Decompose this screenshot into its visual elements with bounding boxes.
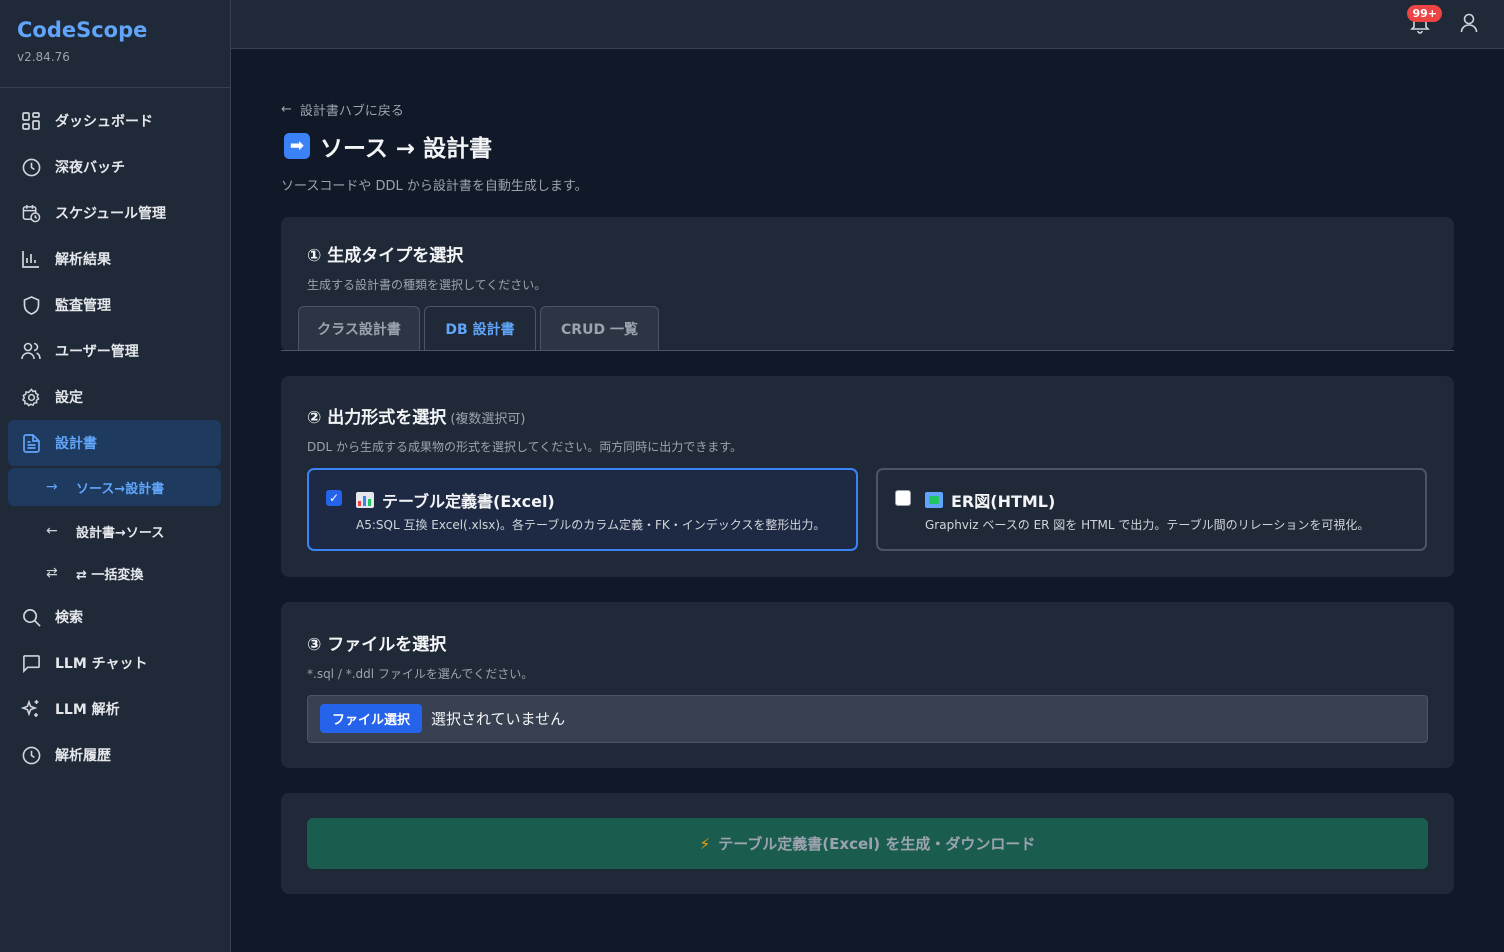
option-desc: Graphviz ベースの ER 図を HTML で出力。テーブル間のリレーショ…	[925, 518, 1370, 532]
step1-heading: ① 生成タイプを選択	[307, 246, 464, 266]
page-title: ➡ ソース → 設計書	[284, 128, 1454, 164]
sidebar-item-label: スケジュール管理	[55, 206, 167, 222]
sparkles-icon	[21, 699, 41, 719]
sidebar-item-design-docs[interactable]: 設計書	[8, 420, 221, 466]
shield-icon	[21, 295, 41, 315]
page-subtitle: ソースコードや DDL から設計書を自動生成します。	[281, 179, 588, 194]
sidebar-subitem-label: ⇄ 一括変換	[76, 567, 144, 583]
sidebar-item-llm-analysis[interactable]: LLM 解析	[0, 686, 222, 732]
sidebar-item-label: 監査管理	[55, 298, 111, 314]
clock-icon	[21, 157, 41, 177]
option-title: テーブル定義書(Excel)	[356, 488, 555, 512]
step3-heading: ③ ファイルを選択	[307, 635, 447, 655]
output-option-er[interactable]: ER図(HTML) Graphviz ベースの ER 図を HTML で出力。テ…	[876, 468, 1427, 551]
notification-badge: 99+	[1407, 5, 1442, 22]
step2-desc: DDL から生成する成果物の形式を選択してください。両方同時に出力できます。	[307, 440, 743, 454]
clock-icon	[21, 745, 41, 765]
excel-checkbox[interactable]: ✓	[326, 490, 342, 506]
sidebar-item-analysis[interactable]: 解析結果	[0, 236, 222, 282]
sidebar-item-search[interactable]: 検索	[0, 594, 222, 640]
sidebar: CodeScope v2.84.76 ダッシュボード 深夜バッチ スケジュール管…	[0, 0, 231, 952]
bolt-icon: ⚡	[699, 834, 711, 853]
back-link-label: 設計書ハブに戻る	[299, 103, 404, 119]
bar-chart-icon	[21, 249, 41, 269]
step2-heading-text: ② 出力形式を選択	[307, 408, 447, 428]
sidebar-nav: ダッシュボード 深夜バッチ スケジュール管理 解析結果 監査管理 ユーザー管理 …	[0, 88, 230, 778]
calendar-clock-icon	[21, 203, 41, 223]
sidebar-item-label: 設計書	[55, 436, 97, 452]
sidebar-item-label: 解析結果	[55, 252, 111, 268]
tabs-divider	[281, 350, 1454, 351]
sidebar-item-settings[interactable]: 設定	[0, 374, 222, 420]
option-title-text: ER図(HTML)	[951, 492, 1056, 511]
sidebar-item-label: ユーザー管理	[55, 344, 139, 360]
sidebar-item-label: LLM チャット	[55, 656, 148, 672]
file-input[interactable]: ファイル選択 選択されていません	[307, 695, 1428, 743]
generate-label: テーブル定義書(Excel) を生成・ダウンロード	[718, 835, 1036, 853]
users-icon	[21, 341, 41, 361]
search-icon	[21, 607, 41, 627]
app-version: v2.84.76	[17, 50, 70, 64]
file-select-button[interactable]: ファイル選択	[320, 704, 423, 733]
chat-icon	[21, 653, 41, 673]
sidebar-subitem-batch[interactable]: ⇄ ⇄ 一括変換	[0, 552, 230, 594]
sidebar-item-night-batch[interactable]: 深夜バッチ	[0, 144, 222, 190]
map-icon	[925, 492, 943, 508]
page-title-text: ソース → 設計書	[320, 136, 493, 162]
sidebar-item-label: 解析履歴	[55, 748, 111, 764]
arrow-right-emoji-icon: ➡	[284, 133, 310, 159]
step2-heading: ② 出力形式を選択 (複数選択可)	[307, 403, 742, 428]
generate-download-button[interactable]: ⚡ テーブル定義書(Excel) を生成・ダウンロード	[307, 818, 1428, 869]
back-link[interactable]: ← 設計書ハブに戻る	[281, 90, 1454, 128]
sidebar-subitem-label: 設計書→ソース	[76, 525, 165, 541]
sidebar-item-label: 設定	[55, 390, 83, 406]
arrow-right-icon: →	[46, 479, 58, 495]
swap-icon: ⇄	[46, 565, 58, 581]
top-bar: 99+	[231, 0, 1504, 49]
arrow-left-icon: ←	[46, 523, 58, 539]
generation-type-tabs: クラス設計書 DB 設計書 CRUD 一覧	[298, 306, 659, 350]
sidebar-item-users[interactable]: ユーザー管理	[0, 328, 222, 374]
sidebar-item-label: LLM 解析	[55, 702, 120, 718]
brand: CodeScope v2.84.76	[0, 0, 230, 88]
user-icon[interactable]	[1460, 13, 1478, 37]
sidebar-item-dashboard[interactable]: ダッシュボード	[0, 98, 222, 144]
step3-desc: *.sql / *.ddl ファイルを選んでください。	[307, 667, 534, 681]
dashboard-icon	[21, 111, 41, 131]
sidebar-item-label: 検索	[55, 610, 83, 626]
sidebar-item-audit[interactable]: 監査管理	[0, 282, 222, 328]
tab-db-design[interactable]: DB 設計書	[424, 306, 536, 350]
main-content: ← 設計書ハブに戻る ➡ ソース → 設計書 ソースコードや DDL から設計書…	[281, 90, 1454, 894]
brand-name[interactable]: CodeScope	[17, 18, 230, 42]
tab-crud-list[interactable]: CRUD 一覧	[540, 306, 659, 350]
sidebar-subitem-label: ソース→設計書	[76, 481, 165, 497]
output-option-excel[interactable]: ✓ テーブル定義書(Excel) A5:SQL 互換 Excel(.xlsx)。…	[307, 468, 858, 551]
gear-icon	[21, 387, 41, 407]
arrow-left-icon: ←	[281, 101, 292, 117]
step1-desc: 生成する設計書の種類を選択してください。	[307, 278, 547, 292]
sidebar-item-history[interactable]: 解析履歴	[0, 732, 222, 778]
step1-card: ① 生成タイプを選択 生成する設計書の種類を選択してください。 クラス設計書 D…	[281, 217, 1454, 351]
sidebar-subitem-src-to-doc[interactable]: → ソース→設計書	[8, 468, 221, 506]
sidebar-item-schedule[interactable]: スケジュール管理	[0, 190, 222, 236]
sidebar-item-label: ダッシュボード	[55, 114, 153, 130]
tab-class-design[interactable]: クラス設計書	[298, 306, 420, 350]
er-checkbox[interactable]	[895, 490, 911, 506]
sidebar-item-label: 深夜バッチ	[55, 160, 125, 176]
document-icon	[21, 433, 41, 453]
bar-chart-icon	[356, 492, 374, 508]
generate-card: ⚡ テーブル定義書(Excel) を生成・ダウンロード	[281, 793, 1454, 894]
option-desc: A5:SQL 互換 Excel(.xlsx)。各テーブルのカラム定義・FK・イン…	[356, 518, 826, 532]
step2-note: (複数選択可)	[450, 412, 526, 427]
file-status: 選択されていません	[431, 710, 566, 728]
sidebar-subitem-doc-to-src[interactable]: ← 設計書→ソース	[0, 510, 230, 552]
option-title-text: テーブル定義書(Excel)	[382, 492, 555, 511]
option-title: ER図(HTML)	[925, 488, 1055, 512]
step3-card: ③ ファイルを選択 *.sql / *.ddl ファイルを選んでください。 ファ…	[281, 602, 1454, 768]
step2-card: ② 出力形式を選択 (複数選択可) DDL から生成する成果物の形式を選択してくだ…	[281, 376, 1454, 577]
sidebar-item-llm-chat[interactable]: LLM チャット	[0, 640, 222, 686]
